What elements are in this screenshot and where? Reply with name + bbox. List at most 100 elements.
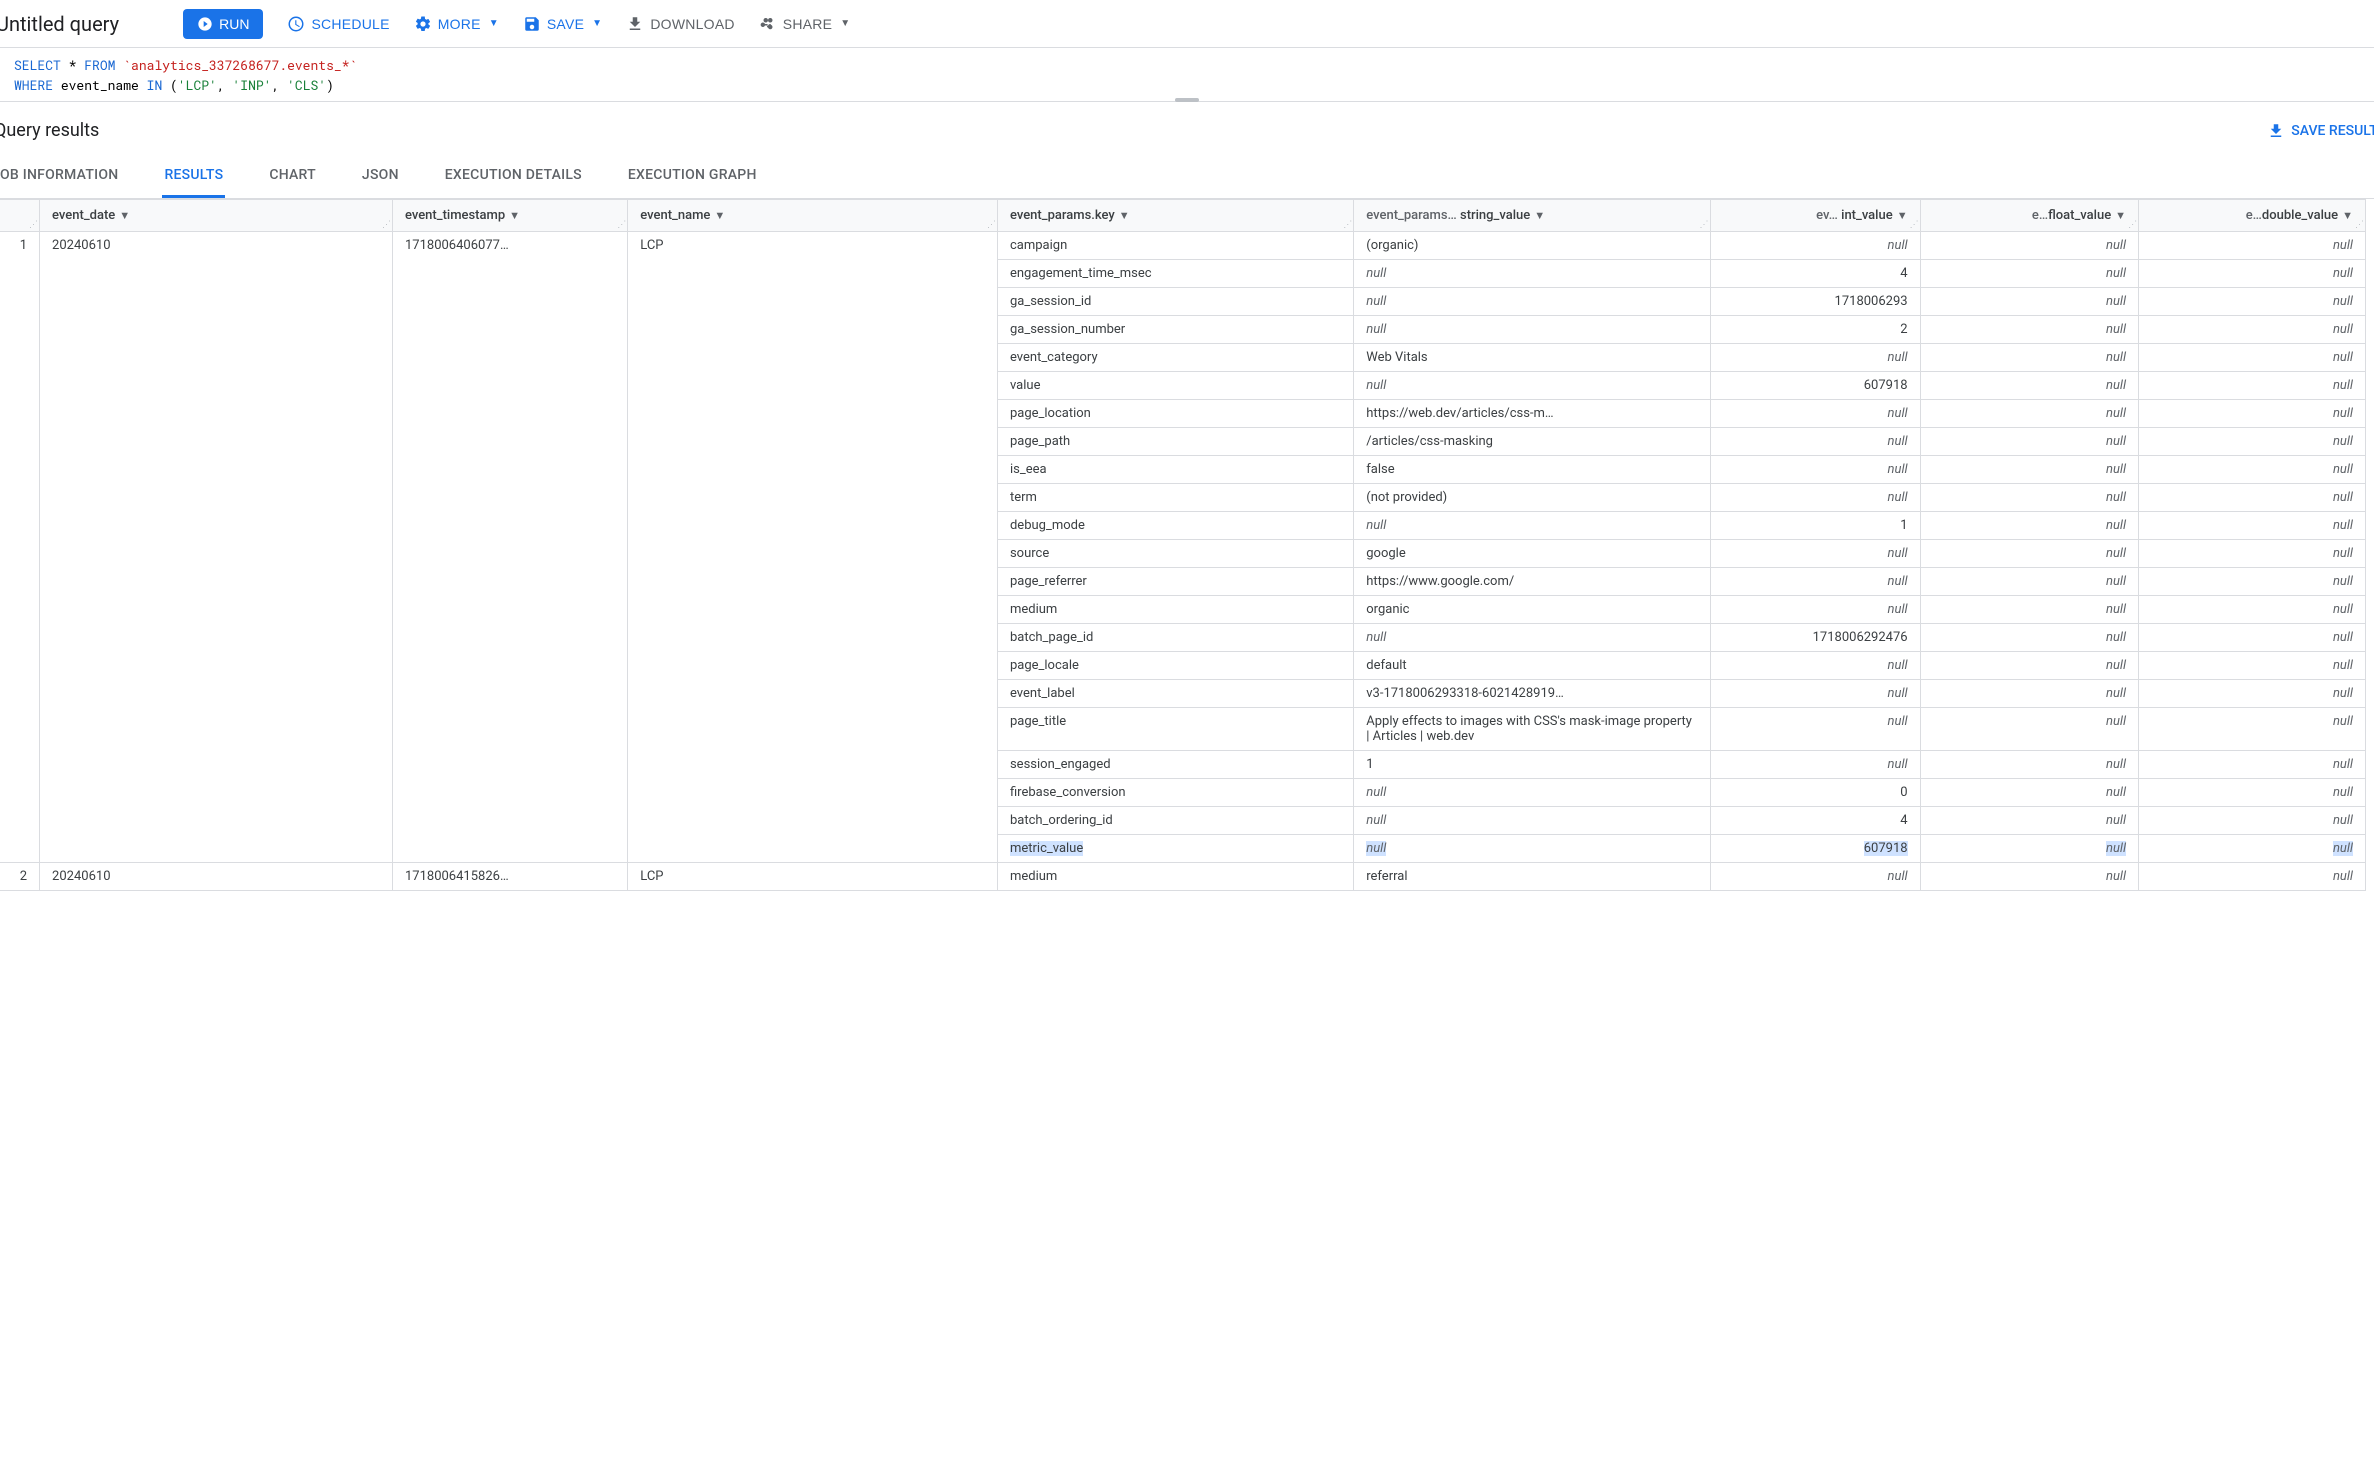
cell[interactable]: null	[2139, 344, 2366, 372]
cell[interactable]: null	[1920, 652, 2138, 680]
col-row[interactable]: ⋰	[0, 200, 40, 232]
cell[interactable]: null	[1920, 751, 2138, 779]
cell[interactable]: https://www.google.com/	[1354, 568, 1710, 596]
cell-event-timestamp[interactable]: 1718006406077…	[392, 232, 627, 863]
cell-key[interactable]: metric_value	[997, 835, 1353, 863]
cell-event-date[interactable]: 20240610	[40, 232, 393, 863]
col-double-value[interactable]: e…double_value▼⋰	[2139, 200, 2366, 232]
cell[interactable]: Apply effects to images with CSS's mask-…	[1354, 708, 1710, 751]
cell[interactable]: null	[2139, 708, 2366, 751]
cell[interactable]: null	[1920, 400, 2138, 428]
cell-key[interactable]: is_eea	[997, 456, 1353, 484]
download-button[interactable]: DOWNLOAD	[626, 9, 734, 39]
cell[interactable]: organic	[1354, 596, 1710, 624]
cell[interactable]: null	[2139, 400, 2366, 428]
cell[interactable]: 0	[1710, 779, 1920, 807]
cell[interactable]: false	[1354, 456, 1710, 484]
cell[interactable]: null	[1710, 232, 1920, 260]
tab-results[interactable]: RESULTS	[162, 155, 225, 198]
share-button[interactable]: SHARE ▼	[759, 9, 851, 39]
cell[interactable]: 1	[1354, 751, 1710, 779]
cell[interactable]: 607918	[1710, 835, 1920, 863]
cell-key[interactable]: event_category	[997, 344, 1353, 372]
cell[interactable]: null	[1354, 807, 1710, 835]
cell-key[interactable]: page_title	[997, 708, 1353, 751]
cell[interactable]: null	[1920, 624, 2138, 652]
cell[interactable]: null	[1710, 540, 1920, 568]
cell[interactable]: null	[1920, 708, 2138, 751]
cell-key[interactable]: batch_page_id	[997, 624, 1353, 652]
cell[interactable]: null	[2139, 807, 2366, 835]
cell[interactable]: (not provided)	[1354, 484, 1710, 512]
cell[interactable]: null	[1920, 863, 2138, 891]
cell[interactable]: null	[1920, 260, 2138, 288]
cell[interactable]: null	[1920, 779, 2138, 807]
cell[interactable]: null	[1354, 260, 1710, 288]
cell-key[interactable]: ga_session_number	[997, 316, 1353, 344]
cell[interactable]: null	[2139, 596, 2366, 624]
col-event-name[interactable]: event_name▼⋰	[628, 200, 998, 232]
cell-key[interactable]: page_locale	[997, 652, 1353, 680]
cell[interactable]: 607918	[1710, 372, 1920, 400]
tab-execution-graph[interactable]: EXECUTION GRAPH	[626, 155, 759, 198]
cell[interactable]: null	[2139, 316, 2366, 344]
cell[interactable]: null	[2139, 568, 2366, 596]
cell-key[interactable]: term	[997, 484, 1353, 512]
cell[interactable]: null	[1710, 400, 1920, 428]
cell[interactable]: null	[2139, 232, 2366, 260]
cell[interactable]: null	[1354, 372, 1710, 400]
cell[interactable]: null	[1710, 680, 1920, 708]
cell[interactable]: null	[1920, 680, 2138, 708]
cell[interactable]: null	[2139, 863, 2366, 891]
tab-job-information[interactable]: JOB INFORMATION	[0, 155, 120, 198]
cell-key[interactable]: engagement_time_msec	[997, 260, 1353, 288]
cell[interactable]: /articles/css-masking	[1354, 428, 1710, 456]
cell[interactable]: Web Vitals	[1354, 344, 1710, 372]
cell[interactable]: null	[1354, 316, 1710, 344]
cell[interactable]: 1	[1710, 512, 1920, 540]
cell[interactable]: null	[2139, 652, 2366, 680]
cell[interactable]: null	[2139, 540, 2366, 568]
cell[interactable]: null	[1710, 344, 1920, 372]
cell[interactable]: null	[1710, 484, 1920, 512]
cell[interactable]: 1718006292476	[1710, 624, 1920, 652]
cell-key[interactable]: page_path	[997, 428, 1353, 456]
col-float-value[interactable]: e…float_value▼⋰	[1920, 200, 2138, 232]
cell-key[interactable]: session_engaged	[997, 751, 1353, 779]
results-table-wrapper[interactable]: ⋰ event_date▼⋰ event_timestamp▼⋰ event_n…	[0, 199, 2374, 891]
cell[interactable]: null	[1920, 288, 2138, 316]
cell[interactable]: 4	[1710, 807, 1920, 835]
cell[interactable]: v3-1718006293318-6021428919…	[1354, 680, 1710, 708]
cell[interactable]: null	[2139, 512, 2366, 540]
cell[interactable]: 1718006293	[1710, 288, 1920, 316]
cell-event-date[interactable]: 20240610	[40, 863, 393, 891]
cell-key[interactable]: event_label	[997, 680, 1353, 708]
cell[interactable]: null	[1354, 835, 1710, 863]
cell[interactable]: null	[2139, 428, 2366, 456]
cell-key[interactable]: medium	[997, 863, 1353, 891]
cell[interactable]: null	[1920, 456, 2138, 484]
cell[interactable]: null	[2139, 484, 2366, 512]
cell-key[interactable]: campaign	[997, 232, 1353, 260]
resize-handle[interactable]	[1175, 98, 1199, 102]
cell[interactable]: null	[1920, 568, 2138, 596]
col-int-value[interactable]: ev… int_value▼⋰	[1710, 200, 1920, 232]
cell[interactable]: null	[1920, 807, 2138, 835]
cell[interactable]: (organic)	[1354, 232, 1710, 260]
cell[interactable]: null	[1920, 484, 2138, 512]
tab-execution-details[interactable]: EXECUTION DETAILS	[443, 155, 584, 198]
cell[interactable]: null	[1354, 624, 1710, 652]
cell[interactable]: null	[1920, 372, 2138, 400]
cell[interactable]: null	[1920, 512, 2138, 540]
cell[interactable]: null	[1920, 835, 2138, 863]
save-results-button[interactable]: SAVE RESULTS	[2267, 122, 2374, 140]
col-string-value[interactable]: event_params… string_value▼⋰	[1354, 200, 1710, 232]
cell-event-name[interactable]: LCP	[628, 863, 998, 891]
cell-key[interactable]: source	[997, 540, 1353, 568]
cell-key[interactable]: value	[997, 372, 1353, 400]
sql-editor[interactable]: SELECT * FROM `analytics_337268677.event…	[0, 48, 2374, 102]
cell-event-name[interactable]: LCP	[628, 232, 998, 863]
cell-key[interactable]: firebase_conversion	[997, 779, 1353, 807]
cell-key[interactable]: page_location	[997, 400, 1353, 428]
cell[interactable]: null	[1920, 540, 2138, 568]
